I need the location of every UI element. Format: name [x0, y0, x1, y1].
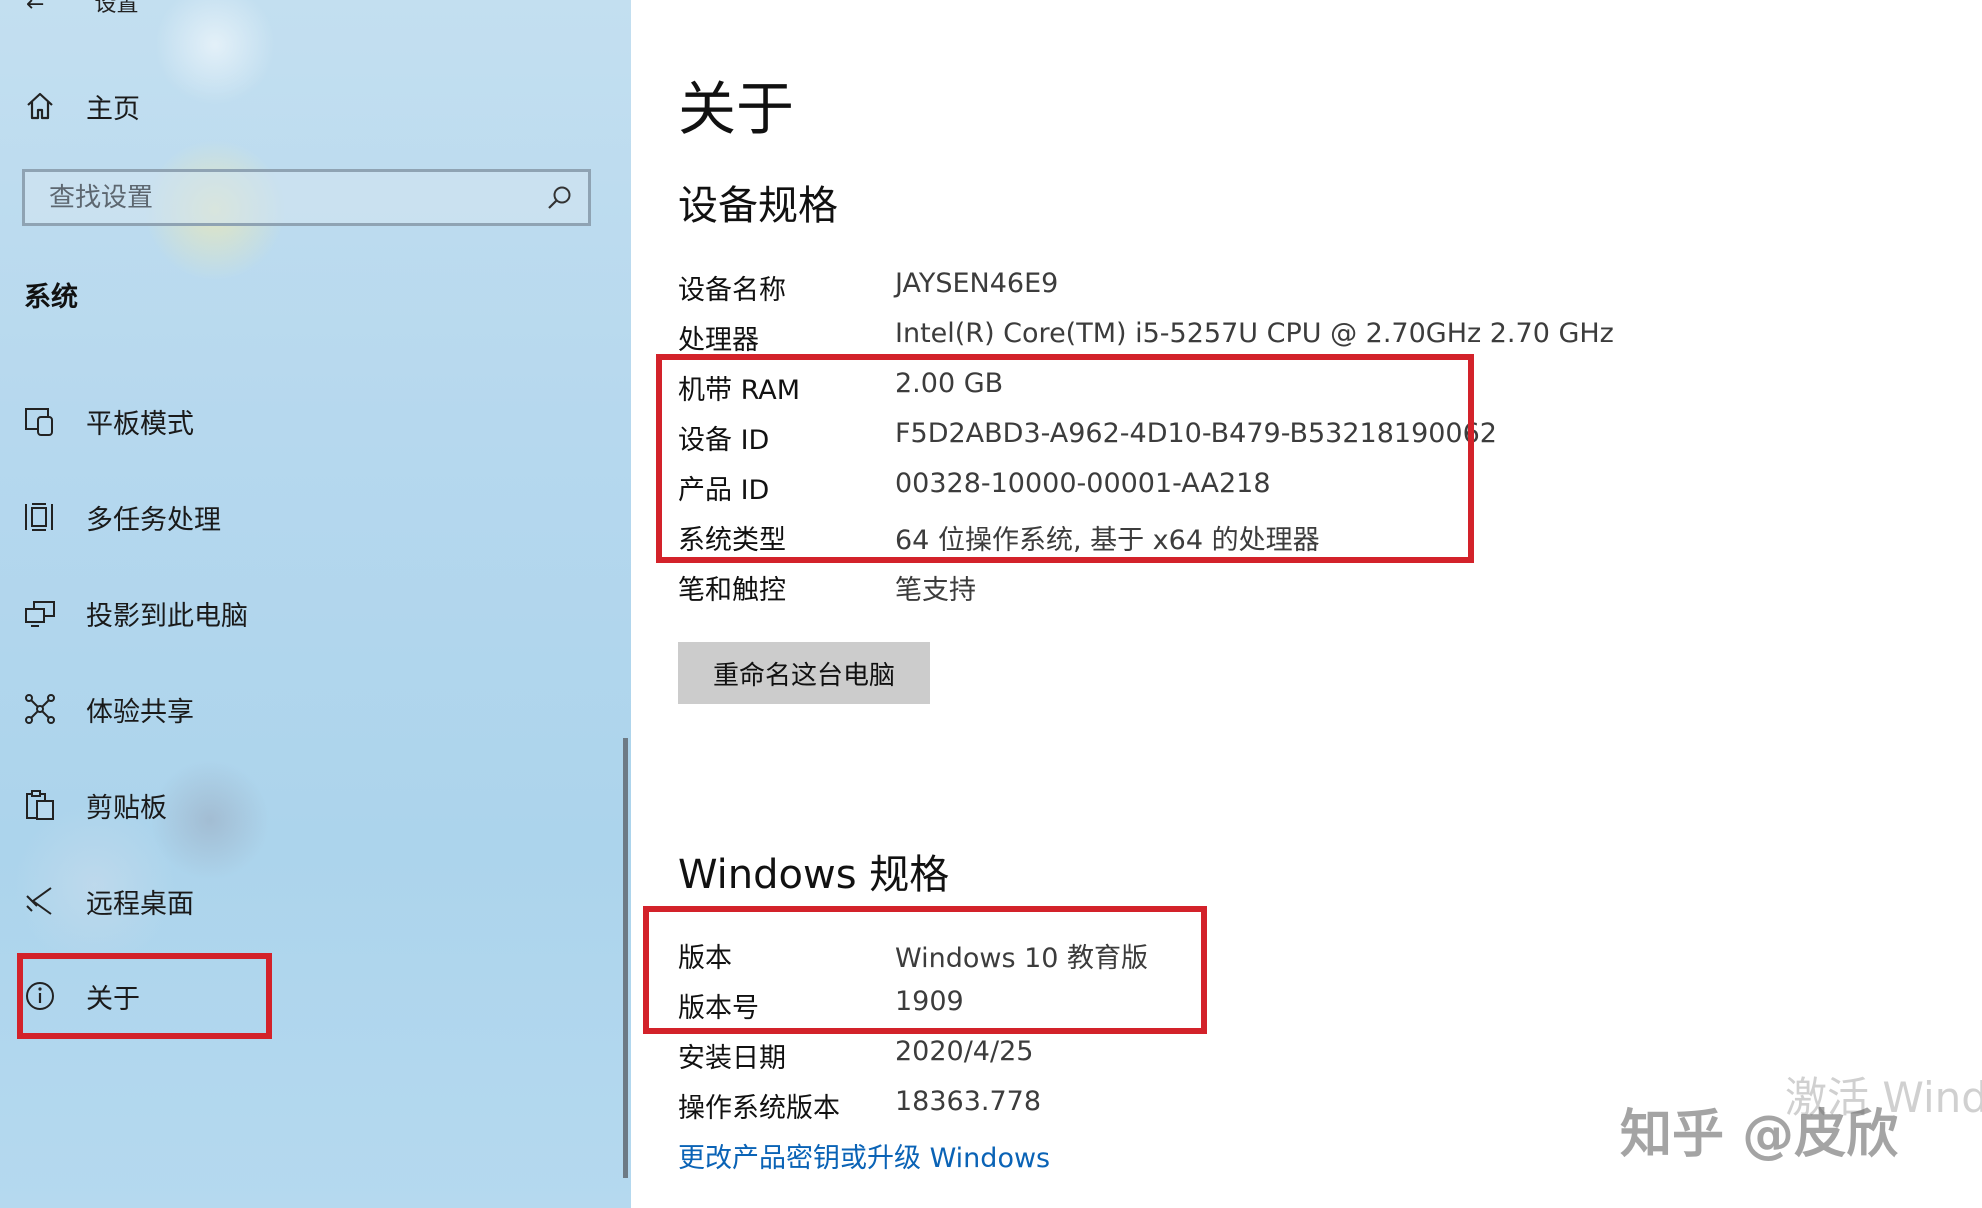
sidebar-item-multitasking[interactable]: 多任务处理	[0, 487, 631, 547]
spec-value: 00328-10000-00001-AA218	[895, 468, 1271, 499]
spec-value: 笔支持	[895, 575, 976, 606]
spec-value: 64 位操作系统, 基于 x64 的处理器	[895, 525, 1320, 556]
main-content: 关于 设备规格 设备名称 JAYSEN46E9 处理器 Intel(R) Cor…	[631, 0, 1982, 1208]
search-icon[interactable]	[546, 184, 574, 216]
change-product-key-link[interactable]: 更改产品密钥或升级 Windows	[678, 1136, 1050, 1175]
spec-key: 版本号	[678, 993, 759, 1024]
sidebar-item-label: 投影到此电脑	[86, 600, 248, 632]
spec-row-device-name: 设备名称 JAYSEN46E9	[678, 268, 1778, 318]
spec-value: F5D2ABD3-A962-4D10-B479-B53218190062	[895, 418, 1497, 449]
sidebar-item-shared-experiences[interactable]: 体验共享	[0, 679, 631, 739]
sidebar-item-clipboard[interactable]: 剪贴板	[0, 775, 631, 835]
sidebar-item-about[interactable]: 关于	[0, 966, 631, 1026]
spec-key: 产品 ID	[678, 475, 770, 506]
spec-key: 设备 ID	[678, 425, 770, 456]
search-box[interactable]	[22, 169, 591, 226]
spec-value: 2020/4/25	[895, 1036, 1034, 1067]
sidebar-item-label: 剪贴板	[86, 792, 167, 824]
windows-spec-heading: Windows 规格	[678, 852, 950, 898]
spec-key: 版本	[678, 943, 732, 974]
spec-row-product-id: 产品 ID 00328-10000-00001-AA218	[678, 468, 1778, 518]
section-title: 系统	[24, 282, 78, 313]
spec-value: 2.00 GB	[895, 368, 1004, 399]
back-nav[interactable]: ← 设置	[26, 0, 138, 18]
back-arrow-icon[interactable]: ←	[26, 0, 44, 17]
site-watermark: 知乎 @皮欣	[1620, 1105, 1899, 1165]
project-icon	[22, 595, 58, 631]
page-title: 关于	[678, 75, 795, 143]
remote-desktop-icon	[22, 883, 58, 919]
search-input[interactable]	[47, 181, 551, 214]
spec-row-install-date: 安装日期 2020/4/25	[678, 1036, 1778, 1086]
sidebar-item-label: 远程桌面	[86, 888, 194, 920]
info-icon	[22, 978, 58, 1014]
spec-key: 机带 RAM	[678, 375, 801, 406]
window-title: 设置	[94, 0, 139, 17]
spec-value: 1909	[895, 986, 964, 1017]
spec-value: Windows 10 教育版	[895, 943, 1149, 974]
spec-key: 设备名称	[678, 275, 786, 306]
spec-row-edition: 版本 Windows 10 教育版	[678, 936, 1778, 986]
spec-value: JAYSEN46E9	[895, 268, 1059, 299]
spec-key: 笔和触控	[678, 575, 786, 606]
sidebar-item-remote-desktop[interactable]: 远程桌面	[0, 871, 631, 931]
spec-value: 18363.778	[895, 1086, 1042, 1117]
tablet-mode-icon	[22, 403, 58, 439]
sidebar-item-label: 体验共享	[86, 696, 194, 728]
spec-row-processor: 处理器 Intel(R) Core(TM) i5-5257U CPU @ 2.7…	[678, 318, 1778, 368]
spec-row-device-id: 设备 ID F5D2ABD3-A962-4D10-B479-B532181900…	[678, 418, 1778, 468]
multitasking-icon	[22, 499, 58, 535]
sidebar-scrollbar[interactable]	[623, 738, 628, 1178]
spec-key: 操作系统版本	[678, 1093, 840, 1124]
sidebar-item-label: 平板模式	[86, 408, 194, 440]
sidebar-item-label: 多任务处理	[86, 504, 221, 536]
spec-row-version: 版本号 1909	[678, 986, 1778, 1036]
rename-pc-button[interactable]: 重命名这台电脑	[678, 642, 930, 704]
device-spec-heading: 设备规格	[678, 183, 838, 229]
sidebar-item-home[interactable]: 主页	[0, 76, 631, 136]
sidebar-item-tablet-mode[interactable]: 平板模式	[0, 391, 631, 451]
spec-row-os-build: 操作系统版本 18363.778	[678, 1086, 1778, 1136]
sidebar-item-project[interactable]: 投影到此电脑	[0, 583, 631, 643]
home-icon	[22, 88, 58, 124]
spec-key: 处理器	[678, 325, 759, 356]
spec-value: Intel(R) Core(TM) i5-5257U CPU @ 2.70GHz…	[895, 318, 1614, 349]
sidebar-item-label: 主页	[86, 93, 140, 125]
spec-row-pen-touch: 笔和触控 笔支持	[678, 568, 1778, 618]
settings-sidebar: ← 设置 主页 系统 平板模式 多任务处理 投影到此电脑	[0, 0, 631, 1208]
spec-key: 系统类型	[678, 525, 786, 556]
sidebar-item-label: 关于	[86, 983, 140, 1015]
spec-key: 安装日期	[678, 1043, 786, 1074]
shared-experiences-icon	[22, 691, 58, 727]
spec-row-ram: 机带 RAM 2.00 GB	[678, 368, 1778, 418]
clipboard-icon	[22, 787, 58, 823]
spec-row-system-type: 系统类型 64 位操作系统, 基于 x64 的处理器	[678, 518, 1778, 568]
